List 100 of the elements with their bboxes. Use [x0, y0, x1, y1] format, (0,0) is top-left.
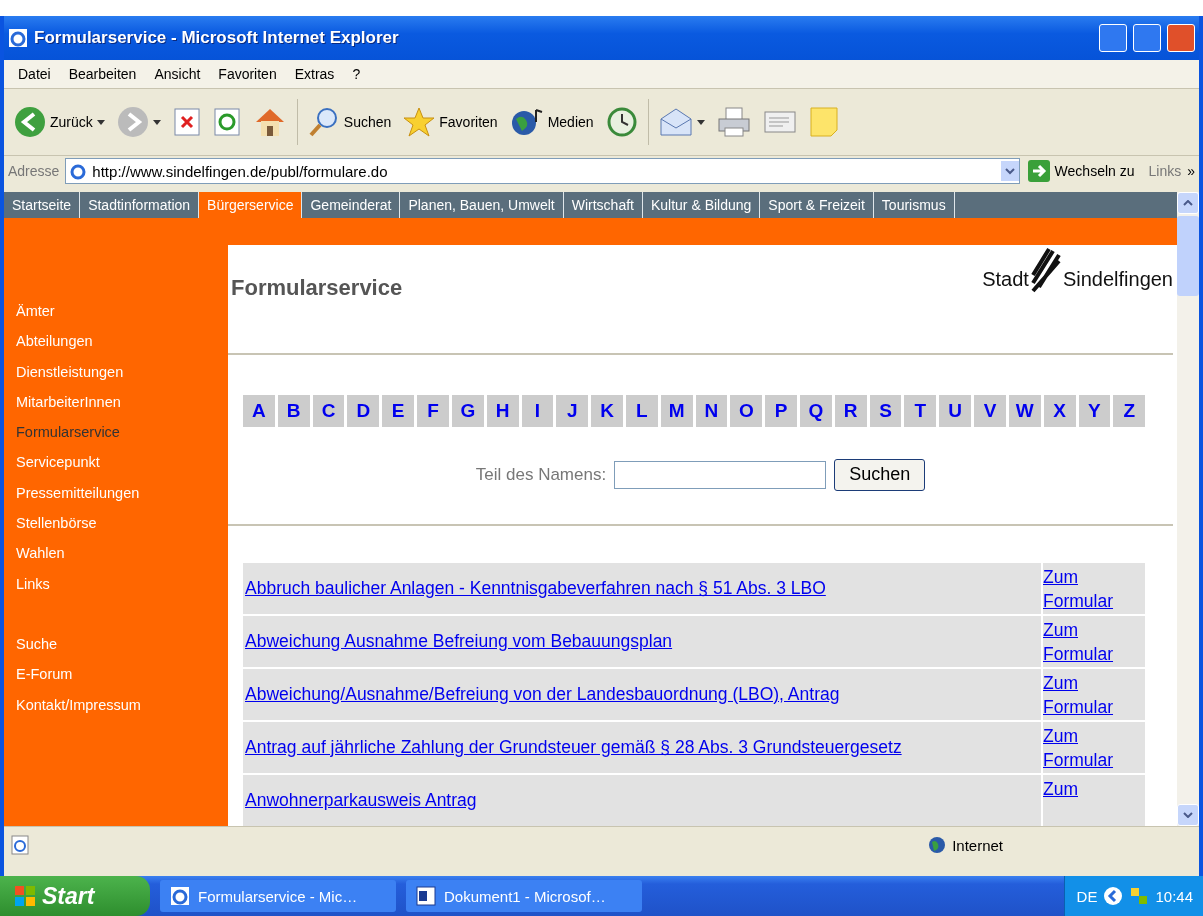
toolbar-button[interactable]: Suchen — [305, 104, 394, 140]
search-label: Teil des Namens: — [475, 465, 607, 485]
sidebar-link[interactable]: Ämter — [16, 303, 228, 334]
chevron-left-icon — [1103, 886, 1124, 906]
printer-icon — [716, 106, 751, 138]
letter-link[interactable]: J — [556, 395, 589, 427]
clock: 10:44 — [1155, 887, 1193, 905]
sidebar-link[interactable]: Kontakt/Impressum — [16, 696, 228, 727]
letter-link[interactable]: P — [765, 395, 797, 427]
sidebar-link[interactable]: Wahlen — [16, 545, 228, 576]
page-icon — [10, 835, 30, 855]
form-link[interactable]: Zum — [1043, 777, 1123, 801]
nav-link[interactable]: Kultur & Bildung — [642, 192, 761, 218]
scroll-down-icon[interactable] — [1183, 812, 1193, 818]
form-link[interactable]: Zum Formular — [1043, 671, 1123, 719]
caret-icon — [96, 119, 105, 125]
nav-link[interactable]: Wirtschaft — [563, 192, 643, 218]
letter-link[interactable]: Z — [1113, 395, 1146, 427]
form-title-link[interactable]: Abbruch baulicher Anlagen - Kenntnisgabeverfahren nach § 51 Abs. 3 LBO — [245, 578, 826, 599]
letter-link[interactable]: F — [417, 395, 449, 427]
sidebar-link[interactable]: MitarbeiterInnen — [16, 393, 228, 425]
page-heading: Formularservice — [231, 275, 403, 301]
logo-text: Sindelfingen — [1062, 267, 1173, 291]
go-button[interactable]: Wechseln zu — [1025, 160, 1143, 182]
sidebar-link[interactable]: Links — [16, 575, 228, 606]
menu-item[interactable]: Ansicht — [146, 66, 209, 82]
taskbar-button[interactable]: Dokument1 - Microsof… — [406, 880, 642, 912]
letter-link[interactable]: B — [277, 395, 310, 427]
letter-link[interactable]: Q — [800, 395, 832, 427]
taskbar-button[interactable]: Formularservice - Mic… — [160, 880, 396, 912]
form-title-link[interactable]: Anwohnerparkausweis Antrag — [245, 790, 477, 811]
letter-link[interactable]: W — [1008, 395, 1041, 427]
address-field[interactable]: http://www.sindelfingen.de/publ/formulare.do — [65, 158, 1020, 184]
scroll-up-icon[interactable] — [1183, 200, 1193, 206]
nav-link[interactable]: Planen, Bauen, Umwelt — [400, 192, 564, 218]
letter-link[interactable]: D — [347, 395, 380, 427]
letter-link[interactable]: N — [695, 395, 728, 427]
letter-link[interactable]: X — [1043, 395, 1076, 427]
links-button[interactable]: Links — [1148, 163, 1182, 179]
scrollbar[interactable] — [1177, 192, 1199, 826]
sidebar-link[interactable]: Suche — [16, 635, 228, 667]
document-icon — [416, 886, 436, 906]
sidebar-link[interactable]: Abteilungen — [16, 333, 228, 364]
start-button[interactable]: Start — [0, 876, 150, 916]
letter-link[interactable]: V — [974, 395, 1006, 427]
form-link[interactable]: Zum Formular — [1043, 618, 1123, 666]
logo-text: Stadt — [982, 267, 1029, 291]
letter-link[interactable]: O — [730, 395, 763, 427]
toolbar-button[interactable]: Favoriten — [401, 104, 500, 140]
nav-link[interactable]: Tourismus — [873, 192, 955, 218]
search-icon — [307, 106, 340, 138]
letter-link[interactable]: I — [521, 395, 554, 427]
stop-icon — [172, 107, 201, 137]
letter-link[interactable]: H — [486, 395, 519, 427]
nav-link[interactable]: Bürgerservice — [199, 192, 303, 218]
form-title-link[interactable]: Abweichung/Ausnahme/Befreiung von der Landesbauordnung (LBO), Antrag — [245, 684, 840, 705]
minimize-button[interactable] — [1099, 24, 1127, 52]
menu-item[interactable]: ? — [344, 66, 369, 82]
nav-link[interactable]: Gemeinderat — [302, 192, 401, 218]
star-icon — [403, 106, 436, 138]
search-button[interactable]: Suchen — [834, 459, 926, 491]
sidebar-link[interactable]: E-Forum — [16, 666, 228, 697]
sidebar-link[interactable]: Formularservice — [16, 424, 228, 455]
letter-link[interactable]: K — [591, 395, 623, 427]
letter-link[interactable]: E — [382, 395, 415, 427]
scroll-thumb[interactable] — [1177, 216, 1199, 296]
search-field[interactable] — [614, 461, 827, 489]
sidebar-link[interactable]: Pressemitteilungen — [16, 484, 228, 516]
form-link[interactable]: Zum Formular — [1043, 565, 1123, 613]
letter-link[interactable]: U — [939, 395, 972, 427]
letter-link[interactable]: G — [451, 395, 484, 427]
letter-link[interactable]: C — [312, 395, 345, 427]
menu-item[interactable]: Extras — [286, 66, 343, 82]
more-chevron[interactable]: » — [1187, 163, 1195, 179]
nav-link[interactable]: Startseite — [4, 192, 81, 218]
sidebar-link[interactable]: Dienstleistungen — [16, 363, 228, 394]
browser-icon — [8, 28, 28, 48]
toolbar-button[interactable]: Zurück — [12, 104, 107, 140]
nav-link[interactable]: Sport & Freizeit — [760, 192, 874, 218]
caret-icon — [696, 119, 705, 125]
menu-item[interactable]: Favoriten — [210, 66, 285, 82]
form-link[interactable]: Zum Formular — [1043, 724, 1123, 772]
maximize-button[interactable] — [1133, 24, 1161, 52]
letter-link[interactable]: A — [243, 395, 275, 427]
form-title-link[interactable]: Abweichung Ausnahme Befreiung vom Bebauungsplan — [245, 631, 673, 652]
letter-link[interactable]: M — [660, 395, 693, 427]
sidebar-link[interactable]: Servicepunkt — [16, 454, 228, 485]
form-title-link[interactable]: Antrag auf jährliche Zahlung der Grundsteuer gemäß § 28 Abs. 3 Grundsteuergesetz — [245, 737, 902, 758]
menu-item[interactable]: Bearbeiten — [60, 66, 145, 82]
language-indicator[interactable]: DE — [1076, 887, 1098, 905]
close-button[interactable] — [1167, 24, 1195, 52]
menu-item[interactable]: Datei — [10, 66, 59, 82]
letter-link[interactable]: R — [834, 395, 867, 427]
letter-link[interactable]: S — [869, 395, 902, 427]
letter-link[interactable]: L — [625, 395, 658, 427]
stripes-logo-icon — [1030, 247, 1061, 295]
sidebar-link[interactable]: Stellenbörse — [16, 515, 228, 546]
letter-link[interactable]: T — [904, 395, 937, 427]
letter-link[interactable]: Y — [1078, 395, 1111, 427]
toolbar-button[interactable]: Medien — [507, 104, 596, 140]
